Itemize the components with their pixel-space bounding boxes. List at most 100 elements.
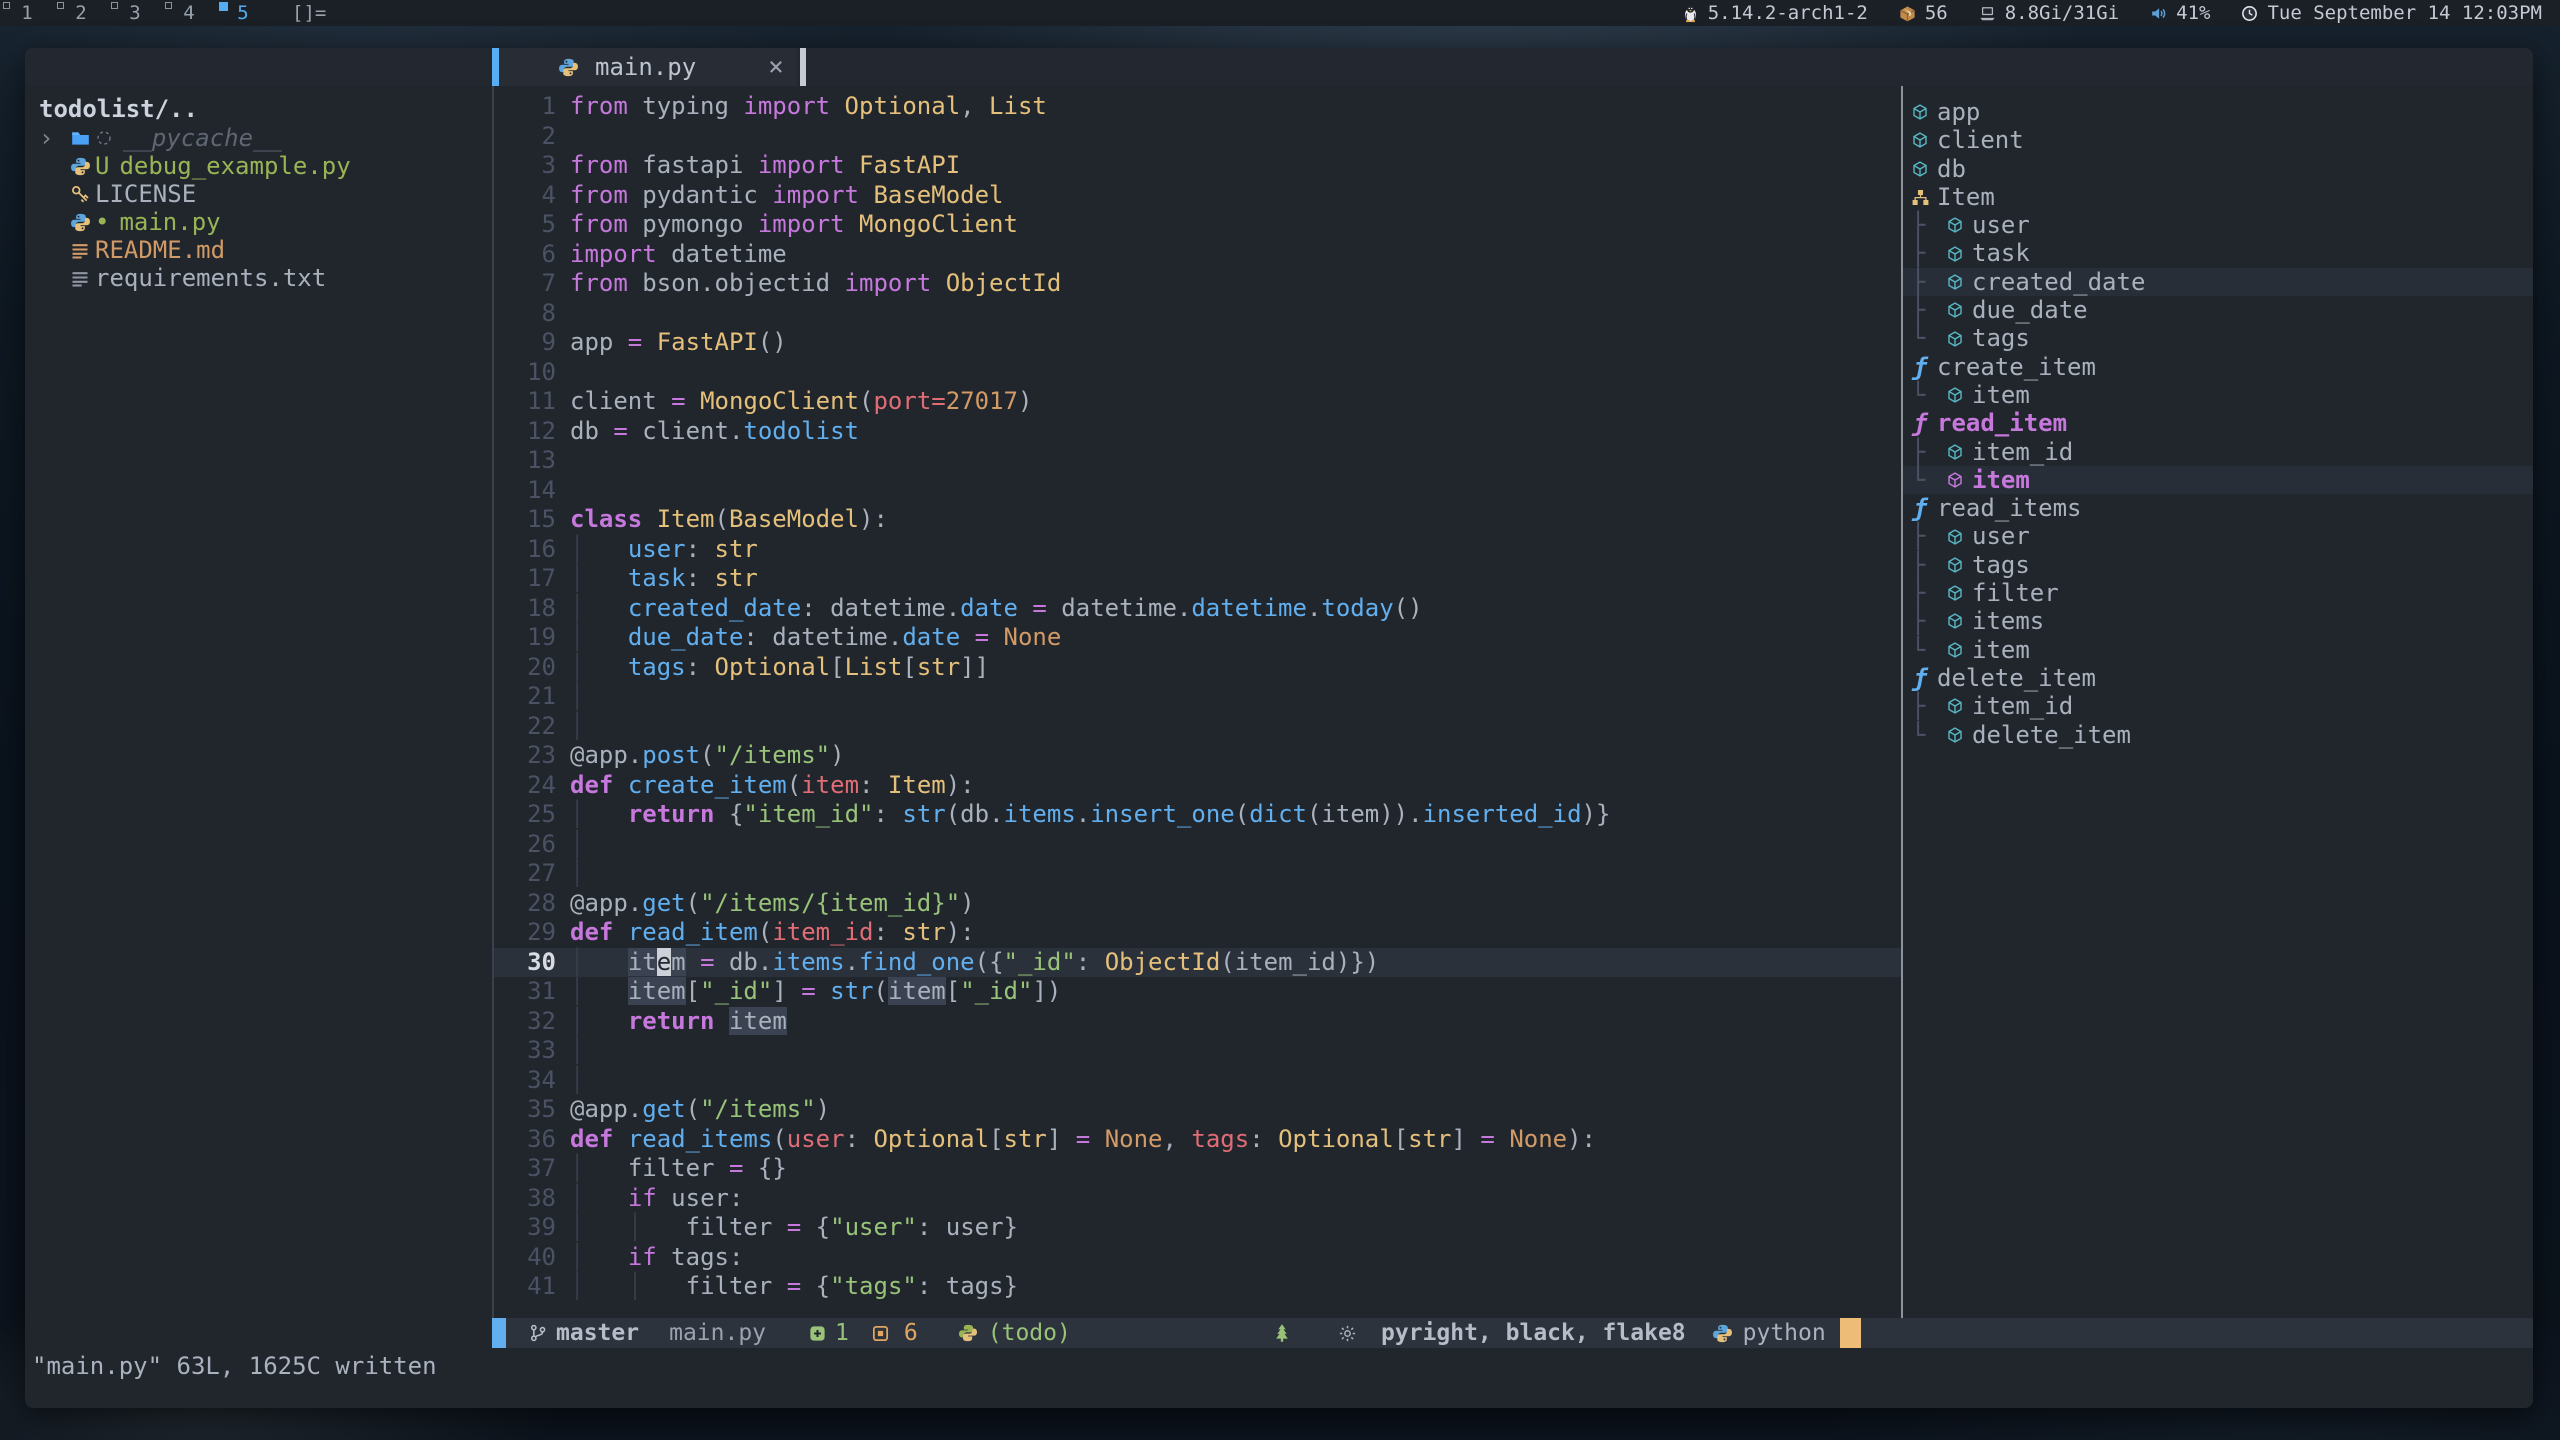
variable-icon: [1938, 697, 1972, 715]
code-line-16[interactable]: 16│ user: str: [494, 535, 1901, 565]
code-line-2[interactable]: 2: [494, 122, 1901, 152]
outline-symbol-item[interactable]: └item: [1903, 466, 2533, 494]
code-line-35[interactable]: 35@app.get("/items"): [494, 1095, 1901, 1125]
line-number: 36: [494, 1125, 570, 1155]
outline-symbol-user[interactable]: ├user: [1903, 211, 2533, 239]
code-line-30[interactable]: 30│ item = db.items.find_one({"_id": Obj…: [494, 948, 1901, 978]
python-venv: (todo): [958, 1320, 1071, 1346]
code-line-8[interactable]: 8: [494, 299, 1901, 329]
code-text: │: [570, 1066, 1901, 1096]
code-line-6[interactable]: 6import datetime: [494, 240, 1901, 270]
code-line-20[interactable]: 20│ tags: Optional[List[str]]: [494, 653, 1901, 683]
outline-symbol-created_date[interactable]: ├created_date: [1903, 268, 2533, 296]
code-line-26[interactable]: 26│: [494, 830, 1901, 860]
code-text: def read_items(user: Optional[str] = Non…: [570, 1125, 1901, 1155]
class-icon: [1903, 188, 1937, 207]
outline-symbol-delete_item[interactable]: ƒdelete_item: [1903, 664, 2533, 692]
tree-item-requirements.txt[interactable]: requirements.txt: [39, 264, 492, 292]
outline-symbol-filter[interactable]: ├filter: [1903, 579, 2533, 607]
outline-symbol-Item[interactable]: Item: [1903, 183, 2533, 211]
changed-count: 6: [904, 1320, 918, 1346]
outline-symbol-item[interactable]: └item: [1903, 381, 2533, 409]
code-line-3[interactable]: 3from fastapi import FastAPI: [494, 151, 1901, 181]
tree-item-__pycache__[interactable]: ›__pycache__: [39, 124, 492, 152]
code-line-15[interactable]: 15class Item(BaseModel):: [494, 505, 1901, 535]
tree-item-README.md[interactable]: README.md: [39, 236, 492, 264]
workspace-tag-1[interactable]: 1: [0, 0, 54, 26]
outline-symbol-client[interactable]: client: [1903, 126, 2533, 154]
code-line-11[interactable]: 11client = MongoClient(port=27017): [494, 387, 1901, 417]
python-icon: [958, 1323, 978, 1343]
outline-symbol-read_items[interactable]: ƒread_items: [1903, 494, 2533, 522]
outline-symbol-read_item[interactable]: ƒread_item: [1903, 409, 2533, 437]
tree-item-main.py[interactable]: •main.py: [39, 208, 492, 236]
code-line-1[interactable]: 1from typing import Optional, List: [494, 92, 1901, 122]
tree-root[interactable]: todolist/..: [39, 94, 492, 124]
code-text: │ │ filter = {"user": user}: [570, 1213, 1901, 1243]
symbol-label: item: [1972, 636, 2030, 664]
outline-symbol-delete_item[interactable]: └delete_item: [1903, 721, 2533, 749]
code-line-23[interactable]: 23@app.post("/items"): [494, 741, 1901, 771]
symbol-label: delete_item: [1972, 721, 2131, 749]
code-line-29[interactable]: 29def read_item(item_id: str):: [494, 918, 1901, 948]
line-number: 33: [494, 1036, 570, 1066]
tree-item-debug_example.py[interactable]: Udebug_example.py: [39, 152, 492, 180]
code-line-27[interactable]: 27│: [494, 859, 1901, 889]
progress-block: [1840, 1318, 1861, 1348]
code-line-14[interactable]: 14: [494, 476, 1901, 506]
code-line-24[interactable]: 24def create_item(item: Item):: [494, 771, 1901, 801]
function-icon: ƒ: [1903, 664, 1937, 692]
code-line-18[interactable]: 18│ created_date: datetime.date = dateti…: [494, 594, 1901, 624]
code-line-39[interactable]: 39│ │ filter = {"user": user}: [494, 1213, 1901, 1243]
outline-symbol-task[interactable]: ├task: [1903, 239, 2533, 267]
outline-symbol-user[interactable]: ├user: [1903, 522, 2533, 550]
workspace-tag-5[interactable]: 5: [216, 0, 270, 26]
code-editor[interactable]: 1from typing import Optional, List23from…: [494, 86, 1901, 1318]
outline-symbol-tags[interactable]: ├tags: [1903, 551, 2533, 579]
code-line-33[interactable]: 33│: [494, 1036, 1901, 1066]
tree-connector: ├: [1911, 268, 1938, 296]
command-line[interactable]: "main.py" 63L, 1625C written: [25, 1348, 2533, 1408]
code-line-40[interactable]: 40│ if tags:: [494, 1243, 1901, 1273]
code-line-22[interactable]: 22│: [494, 712, 1901, 742]
code-line-9[interactable]: 9app = FastAPI(): [494, 328, 1901, 358]
code-line-5[interactable]: 5from pymongo import MongoClient: [494, 210, 1901, 240]
layout-symbol[interactable]: []=: [292, 2, 326, 24]
symbol-label: user: [1972, 211, 2030, 239]
workspace-tag-3[interactable]: 3: [108, 0, 162, 26]
code-line-34[interactable]: 34│: [494, 1066, 1901, 1096]
code-line-7[interactable]: 7from bson.objectid import ObjectId: [494, 269, 1901, 299]
code-line-31[interactable]: 31│ item["_id"] = str(item["_id"]): [494, 977, 1901, 1007]
outline-symbol-item[interactable]: └item: [1903, 636, 2533, 664]
tab-main-py[interactable]: main.py ×: [492, 48, 797, 86]
close-icon[interactable]: ×: [768, 52, 784, 82]
workspace-tag-2[interactable]: 2: [54, 0, 108, 26]
code-line-17[interactable]: 17│ task: str: [494, 564, 1901, 594]
outline-symbol-db[interactable]: db: [1903, 155, 2533, 183]
outline-symbol-item_id[interactable]: ├item_id: [1903, 692, 2533, 720]
outline-symbol-tags[interactable]: └tags: [1903, 324, 2533, 352]
tree-item-LICENSE[interactable]: LICENSE: [39, 180, 492, 208]
code-line-25[interactable]: 25│ return {"item_id": str(db.items.inse…: [494, 800, 1901, 830]
code-line-32[interactable]: 32│ return item: [494, 1007, 1901, 1037]
code-line-19[interactable]: 19│ due_date: datetime.date = None: [494, 623, 1901, 653]
code-text: from pymongo import MongoClient: [570, 210, 1901, 240]
code-line-38[interactable]: 38│ if user:: [494, 1184, 1901, 1214]
code-line-36[interactable]: 36def read_items(user: Optional[str] = N…: [494, 1125, 1901, 1155]
code-line-28[interactable]: 28@app.get("/items/{item_id}"): [494, 889, 1901, 919]
outline-symbol-create_item[interactable]: ƒcreate_item: [1903, 353, 2533, 381]
symbol-label: due_date: [1972, 296, 2088, 324]
code-line-10[interactable]: 10: [494, 358, 1901, 388]
outline-symbol-items[interactable]: ├items: [1903, 607, 2533, 635]
code-line-13[interactable]: 13: [494, 446, 1901, 476]
workspace-tag-4[interactable]: 4: [162, 0, 216, 26]
outline-symbol-item_id[interactable]: ├item_id: [1903, 438, 2533, 466]
code-line-12[interactable]: 12db = client.todolist: [494, 417, 1901, 447]
code-line-41[interactable]: 41│ │ filter = {"tags": tags}: [494, 1272, 1901, 1302]
code-line-37[interactable]: 37│ filter = {}: [494, 1154, 1901, 1184]
line-number: 41: [494, 1272, 570, 1302]
code-line-4[interactable]: 4from pydantic import BaseModel: [494, 181, 1901, 211]
outline-symbol-app[interactable]: app: [1903, 98, 2533, 126]
outline-symbol-due_date[interactable]: ├due_date: [1903, 296, 2533, 324]
code-line-21[interactable]: 21│: [494, 682, 1901, 712]
